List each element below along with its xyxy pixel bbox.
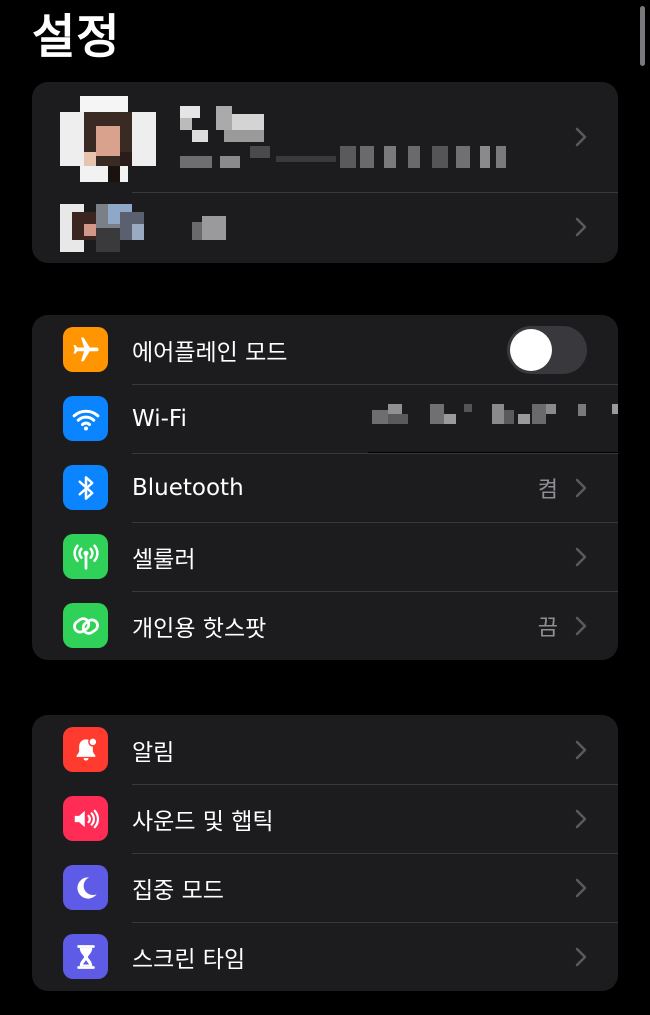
- chevron-right-icon: [575, 947, 587, 966]
- scrollbar[interactable]: [640, 6, 645, 66]
- row-focus[interactable]: 집중 모드: [32, 853, 618, 922]
- wifi-label: Wi-Fi: [132, 405, 187, 432]
- bluetooth-status: 켬: [537, 477, 558, 503]
- moon-icon: [76, 876, 97, 899]
- hotspot-label: 개인용 핫스팟: [132, 615, 267, 642]
- account-subtitle-blurred: [180, 146, 510, 172]
- chevron-right-icon: [575, 740, 587, 759]
- chevron-right-icon: [575, 127, 587, 147]
- page-title: 설정: [32, 10, 121, 65]
- moon-icon-tile: [63, 865, 108, 910]
- apple-id-row[interactable]: [32, 82, 618, 192]
- avatar: [60, 96, 156, 182]
- hourglass-icon-tile: [63, 934, 108, 979]
- link-icon: [72, 616, 99, 635]
- wifi-network-name-blurred: [368, 384, 618, 453]
- notifications-label: 알림: [132, 739, 175, 766]
- link-icon-tile: [63, 603, 108, 648]
- speaker-icon: [74, 809, 99, 828]
- chevron-right-icon: [575, 547, 587, 566]
- family-name-blurred: [192, 216, 232, 244]
- cellular-label: 셀룰러: [132, 546, 196, 573]
- hourglass-icon: [76, 944, 95, 969]
- connectivity-group: 에어플레인 모드 Wi-Fi Bluetooth 켬 셀룰러 개인용 핫스팟 끔: [32, 315, 618, 660]
- bell-icon: [76, 736, 98, 761]
- family-avatars: [60, 204, 156, 256]
- row-notifications[interactable]: 알림: [32, 715, 618, 784]
- row-sounds-haptics[interactable]: 사운드 및 햅틱: [32, 784, 618, 853]
- row-personal-hotspot[interactable]: 개인용 핫스팟 끔: [32, 591, 618, 660]
- row-bluetooth[interactable]: Bluetooth 켬: [32, 453, 618, 522]
- airplane-icon: [73, 337, 98, 361]
- airplane-mode-label: 에어플레인 모드: [132, 339, 288, 366]
- screen-time-label: 스크린 타임: [132, 946, 246, 973]
- bluetooth-icon-tile: [63, 465, 108, 510]
- row-cellular[interactable]: 셀룰러: [32, 522, 618, 591]
- chevron-right-icon: [575, 878, 587, 897]
- account-group: [32, 82, 618, 263]
- wifi-icon: [72, 409, 99, 430]
- antenna-icon-tile: [63, 534, 108, 579]
- row-wifi[interactable]: Wi-Fi: [32, 384, 618, 453]
- bluetooth-label: Bluetooth: [132, 474, 244, 501]
- airplane-mode-toggle[interactable]: [507, 325, 587, 374]
- system-group: 알림 사운드 및 햅틱 집중 모드 스크린 타임: [32, 715, 618, 991]
- wifi-icon-tile: [63, 396, 108, 441]
- account-name-blurred: [180, 106, 270, 146]
- hotspot-status: 끔: [537, 615, 558, 641]
- airplane-icon-tile: [63, 327, 108, 372]
- chevron-right-icon: [575, 809, 587, 828]
- speaker-icon-tile: [63, 796, 108, 841]
- sounds-label: 사운드 및 햅틱: [132, 808, 274, 835]
- chevron-right-icon: [575, 217, 587, 237]
- antenna-icon: [72, 544, 99, 570]
- chevron-right-icon: [575, 616, 587, 635]
- family-row[interactable]: [32, 192, 618, 263]
- toggle-knob: [510, 328, 552, 371]
- row-screen-time[interactable]: 스크린 타임: [32, 922, 618, 991]
- focus-label: 집중 모드: [132, 877, 224, 904]
- chevron-right-icon: [575, 478, 587, 497]
- bell-icon-tile: [63, 727, 108, 772]
- bluetooth-icon: [78, 475, 93, 500]
- row-airplane-mode[interactable]: 에어플레인 모드: [32, 315, 618, 384]
